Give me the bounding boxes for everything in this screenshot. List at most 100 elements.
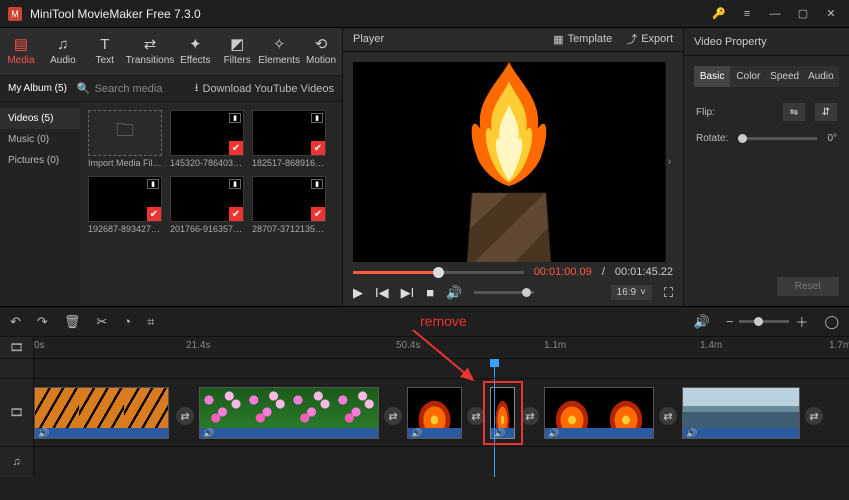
tab-elements[interactable]: ✧Elements: [258, 28, 300, 75]
transition-button[interactable]: ⇄: [521, 407, 539, 425]
cat-videos[interactable]: Videos (5): [0, 108, 80, 129]
tab-media[interactable]: ▤Media: [0, 28, 42, 75]
stop-button[interactable]: ■: [426, 285, 434, 300]
prop-tab-basic[interactable]: Basic: [694, 66, 730, 87]
playhead[interactable]: [494, 447, 495, 477]
tick-label: 50.4s: [396, 340, 420, 351]
clip-ocean[interactable]: 🔊: [682, 387, 800, 439]
template-button[interactable]: ▦Template: [553, 33, 612, 46]
media-thumb[interactable]: ▮✔ 145320-786403437...: [170, 110, 244, 168]
audio-icon: ♫: [57, 37, 68, 52]
aspect-select[interactable]: 16:9˅: [611, 285, 652, 300]
rotate-value: 0°: [827, 133, 837, 144]
tab-motion[interactable]: ⟲Motion: [300, 28, 342, 75]
volume-icon[interactable]: 🔊: [446, 285, 462, 301]
fullscreen-button[interactable]: ⛶: [664, 285, 673, 301]
tl-volume-icon[interactable]: 🔊: [694, 314, 710, 330]
media-thumb[interactable]: ▮✔ 201766-916357972...: [170, 176, 244, 234]
volume-slider[interactable]: [474, 291, 534, 294]
undo-button[interactable]: ↶: [10, 314, 21, 330]
prop-tab-color[interactable]: Color: [730, 66, 766, 87]
next-button[interactable]: ▶I: [401, 285, 415, 301]
search-icon: 🔍: [77, 82, 91, 95]
tab-motion-label: Motion: [306, 55, 336, 66]
search-input[interactable]: 🔍Search media: [77, 82, 185, 95]
transition-button[interactable]: ⇄: [176, 407, 194, 425]
menu-icon[interactable]: ≡: [737, 4, 757, 24]
video-badge-icon: ▮: [229, 113, 241, 123]
tab-effects[interactable]: ✦Effects: [174, 28, 216, 75]
video-track[interactable]: 🔊 ⇄ 🔊 ⇄ 🔊 ⇄ 🔊 ⇄ 🔊 ⇄: [34, 379, 849, 446]
tab-media-label: Media: [7, 55, 34, 66]
ruler[interactable]: 0s 21.4s 50.4s 1.1m 1.4m 1.7m: [34, 337, 849, 358]
speaker-icon: 🔊: [38, 428, 49, 439]
reset-button[interactable]: Reset: [777, 277, 839, 296]
split-button[interactable]: ✂: [96, 314, 107, 330]
play-button[interactable]: ▶: [353, 285, 363, 301]
media-panel: ▤Media ♫Audio TText ⇄Transitions ✦Effect…: [0, 28, 342, 306]
tab-audio[interactable]: ♫Audio: [42, 28, 84, 75]
media-thumb[interactable]: ▮✔ 192687-893427276...: [88, 176, 162, 234]
delete-button[interactable]: 🗑: [64, 314, 81, 330]
tab-filters[interactable]: ◩Filters: [216, 28, 258, 75]
media-thumb[interactable]: ▮✔ 182517-868916307...: [252, 110, 326, 168]
cat-music[interactable]: Music (0): [0, 129, 80, 150]
music-track-head[interactable]: ♫: [0, 447, 34, 477]
prev-button[interactable]: I◀: [375, 285, 389, 301]
clip-tiger[interactable]: 🔊: [34, 387, 169, 439]
tab-effects-label: Effects: [180, 55, 210, 66]
prop-tab-speed[interactable]: Speed: [767, 66, 803, 87]
flip-horizontal-button[interactable]: ⇋: [783, 103, 805, 121]
rotate-slider[interactable]: [738, 137, 817, 140]
zoom-slider[interactable]: [739, 320, 789, 323]
tab-transitions[interactable]: ⇄Transitions: [126, 28, 175, 75]
media-thumb[interactable]: ▮✔ 28707-371213524_t...: [252, 176, 326, 234]
video-track-head[interactable]: 🎞: [0, 379, 34, 446]
zoom-in-button[interactable]: ＋: [795, 312, 808, 331]
upgrade-icon[interactable]: 🔑: [709, 4, 729, 24]
playhead[interactable]: [494, 379, 495, 446]
flip-vertical-button[interactable]: ⇵: [815, 103, 837, 121]
prop-tab-audio[interactable]: Audio: [803, 66, 839, 87]
text-track-head[interactable]: [0, 359, 34, 378]
check-icon: ✔: [229, 141, 243, 155]
check-icon: ✔: [229, 207, 243, 221]
zoom-fit-button[interactable]: ◯: [824, 314, 839, 330]
progress-slider[interactable]: [353, 271, 524, 274]
video-preview[interactable]: [353, 62, 665, 262]
playhead[interactable]: [494, 359, 495, 378]
speed-button[interactable]: ◔: [123, 314, 131, 329]
close-icon[interactable]: ✕: [821, 4, 841, 24]
crop-button[interactable]: ⌗: [147, 314, 154, 330]
transition-button[interactable]: ⇄: [659, 407, 677, 425]
export-label: Export: [641, 33, 673, 45]
import-media-button[interactable]: 🗀 Import Media Files: [88, 110, 162, 168]
check-icon: ✔: [147, 207, 161, 221]
tick-label: 1.7m: [829, 340, 849, 351]
flip-label: Flip:: [696, 107, 715, 118]
clip-flowers[interactable]: 🔊: [199, 387, 379, 439]
tick-label: 0s: [34, 340, 45, 351]
chevron-down-icon: ˅: [640, 287, 646, 298]
text-icon: T: [100, 37, 109, 52]
download-youtube-button[interactable]: ⭳Download YouTube Videos: [195, 79, 334, 98]
export-button[interactable]: ⤴Export: [626, 31, 673, 47]
redo-button[interactable]: ↷: [37, 314, 48, 330]
transition-button[interactable]: ⇄: [467, 407, 485, 425]
maximize-icon[interactable]: ▢: [793, 4, 813, 24]
zoom-out-button[interactable]: −: [726, 314, 734, 329]
timeline-view-icon[interactable]: 🎞: [0, 337, 34, 358]
music-track[interactable]: [34, 447, 849, 477]
thumb-label: 182517-868916307...: [252, 158, 326, 168]
minimize-icon[interactable]: —: [765, 4, 785, 24]
clip-fire-1[interactable]: 🔊: [407, 387, 462, 439]
transition-button[interactable]: ⇄: [805, 407, 823, 425]
thumb-label: 192687-893427276...: [88, 224, 162, 234]
panel-collapse-handle[interactable]: ›: [665, 62, 673, 262]
album-label[interactable]: My Album (5): [8, 83, 67, 94]
transition-button[interactable]: ⇄: [384, 407, 402, 425]
clip-fire-2[interactable]: 🔊: [544, 387, 654, 439]
template-icon: ▦: [553, 33, 563, 46]
tab-text[interactable]: TText: [84, 28, 126, 75]
cat-pictures[interactable]: Pictures (0): [0, 150, 80, 171]
